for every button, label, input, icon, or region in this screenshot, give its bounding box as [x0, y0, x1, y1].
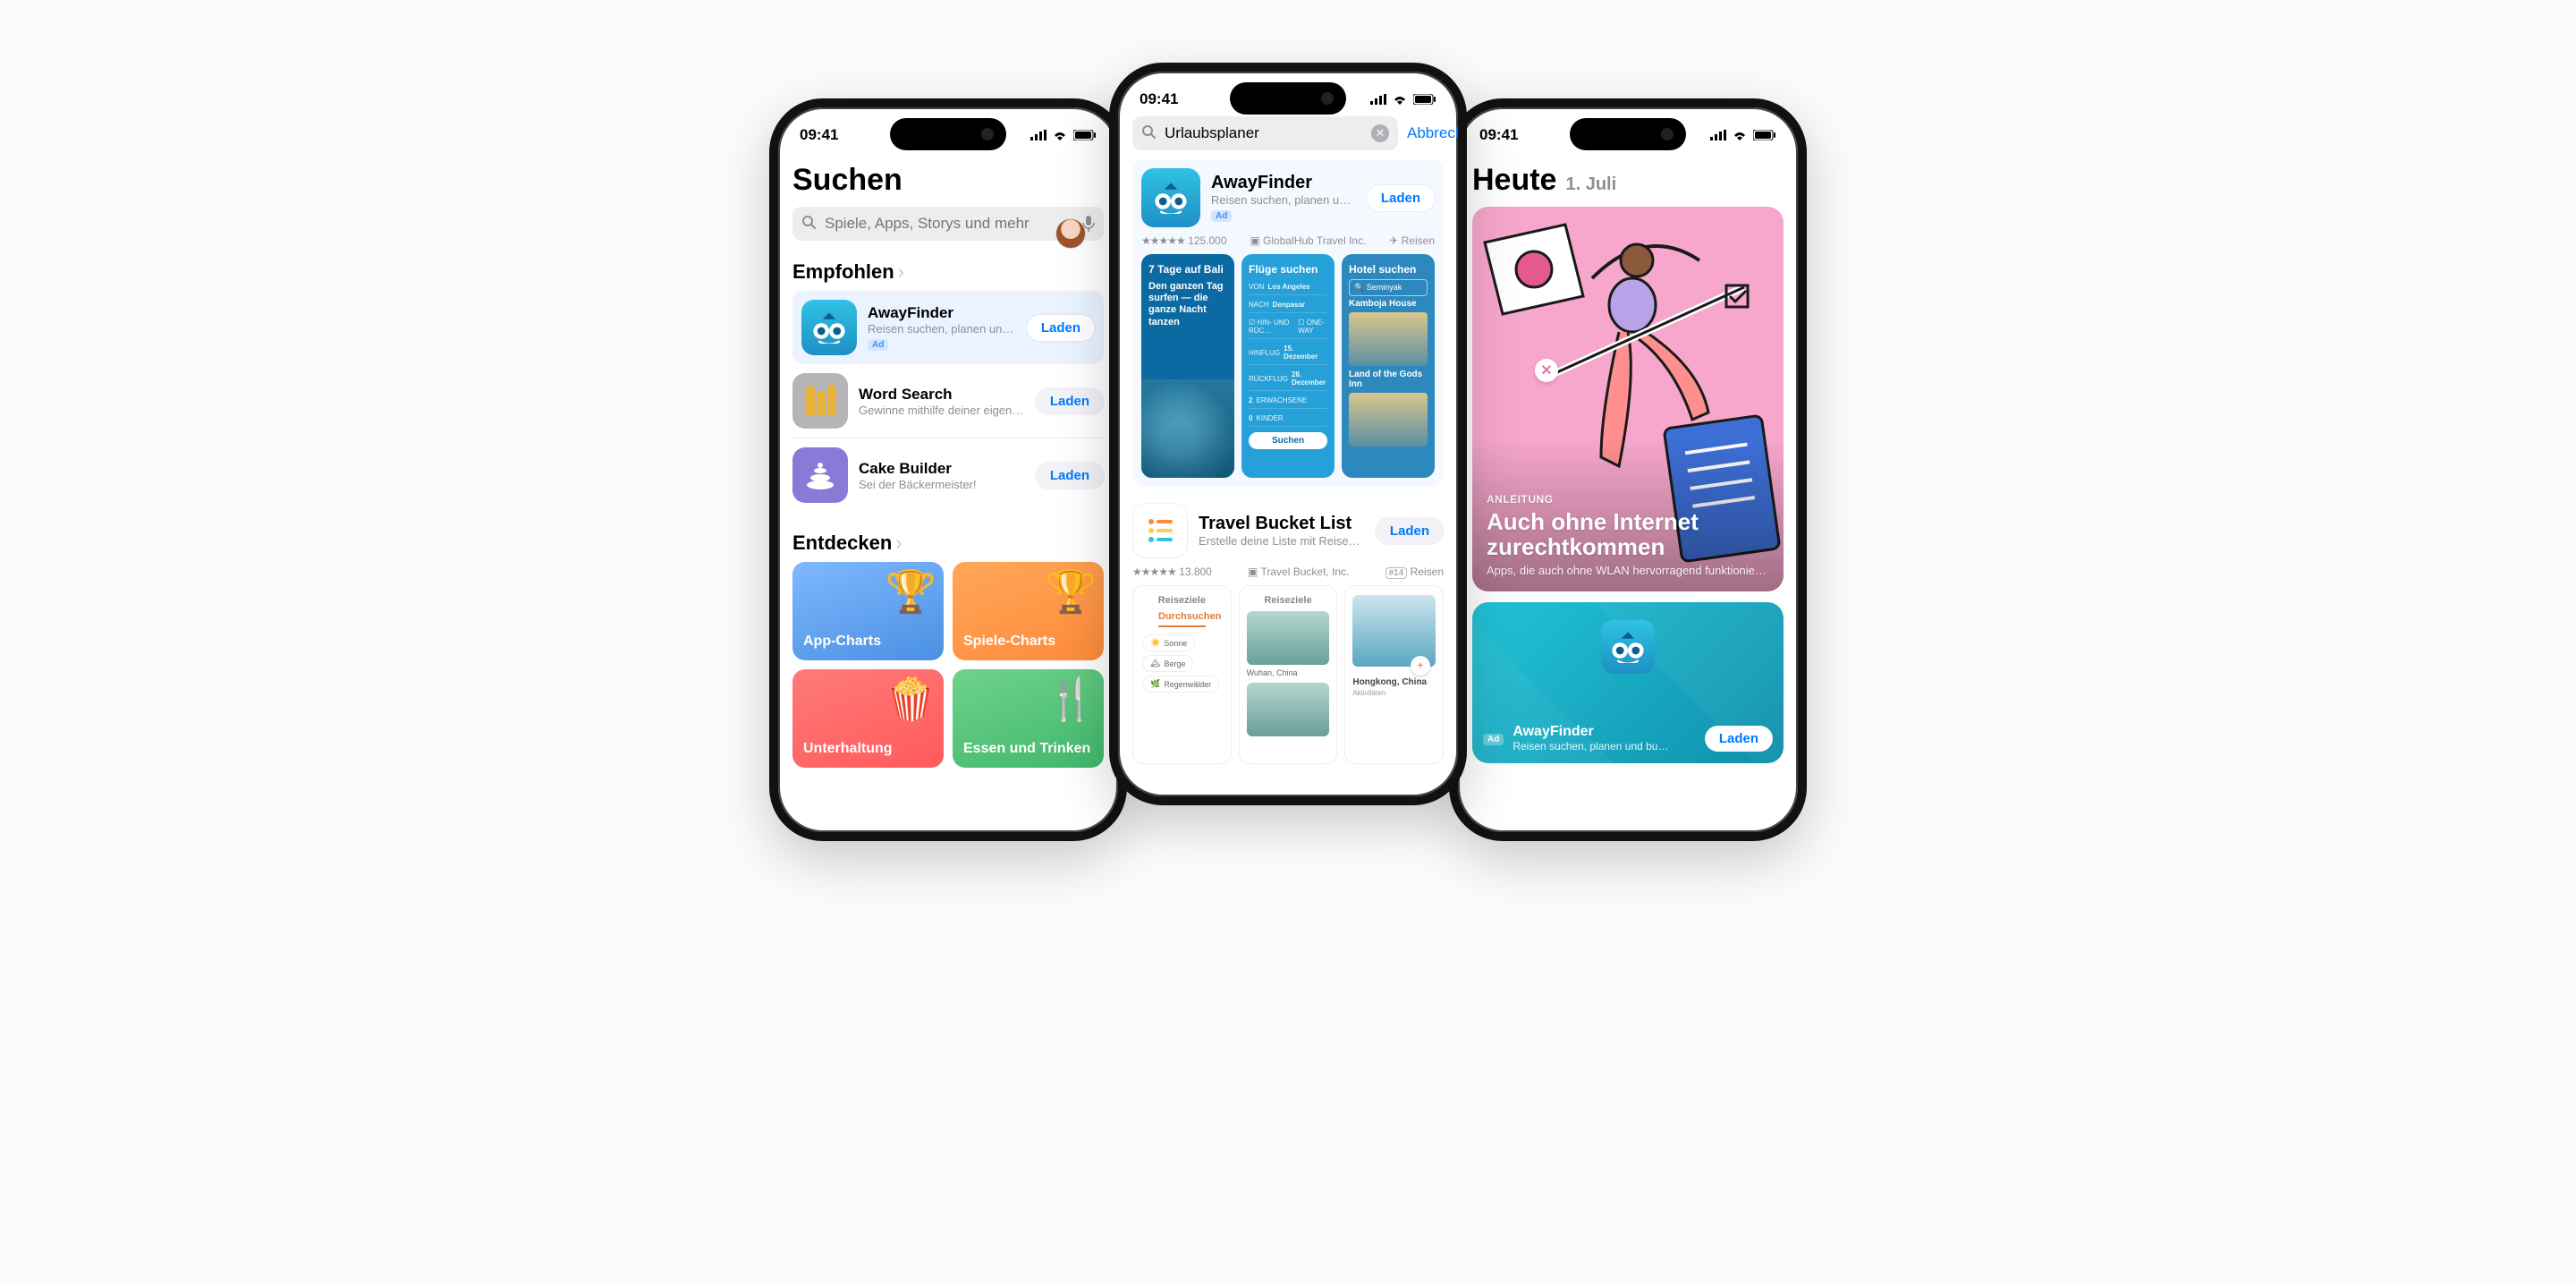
app-subtitle: Sei der Bäckermeister! [859, 478, 1025, 491]
date-label: 1. Juli [1565, 174, 1616, 195]
app-title: Travel Bucket List [1199, 514, 1365, 534]
app-subtitle: Gewinne mithilfe deiner eigene… [859, 404, 1025, 417]
profile-avatar[interactable] [1055, 218, 1086, 249]
developer-icon: ▣ [1250, 234, 1259, 247]
app-title: Word Search [859, 386, 1025, 404]
cutlery-icon: 🍴 [1046, 675, 1097, 724]
story-headline: Auch ohne Internet zurechtkommen [1487, 509, 1769, 560]
app-icon-awayfinder [1141, 168, 1200, 227]
screenshot-1: 7 Tage auf Bali Den ganzen Tag surfen — … [1141, 254, 1234, 478]
app-meta-line: ★★★★★ 13.800 ▣ Travel Bucket, Inc. #14 R… [1132, 565, 1444, 578]
app-icon-awayfinder [801, 300, 857, 355]
star-rating-icon: ★★★★★ [1132, 565, 1176, 578]
app-title: Cake Builder [859, 460, 1025, 478]
load-button[interactable]: Laden [1376, 518, 1444, 544]
screenshot-carousel[interactable]: 7 Tage auf Bali Den ganzen Tag surfen — … [1141, 254, 1435, 478]
screenshot-3: Hotel suchen 🔍 Seminyak Kamboja House La… [1342, 254, 1435, 478]
wifi-icon [1392, 94, 1408, 105]
page-title: Heute 1. Juli [1472, 163, 1784, 198]
discover-header[interactable]: Entdecken › [792, 531, 1104, 555]
cellular-icon [1710, 130, 1726, 140]
dynamic-island [1230, 82, 1346, 115]
status-icons [1030, 130, 1097, 140]
wifi-icon [1052, 130, 1068, 140]
app-row-cakebuilder[interactable]: Cake Builder Sei der Bäckermeister! Lade… [792, 438, 1104, 512]
app-subtitle: Reisen suchen, planen und bu… [1513, 740, 1695, 753]
battery-icon [1413, 94, 1436, 105]
cellular-icon [1030, 130, 1046, 140]
ad-badge: Ad [868, 339, 888, 351]
status-time: 09:41 [1479, 126, 1518, 144]
star-rating-icon: ★★★★★ [1141, 234, 1185, 247]
developer-icon: ▣ [1248, 565, 1258, 578]
ad-badge: Ad [1483, 734, 1504, 745]
battery-icon [1753, 130, 1776, 140]
load-button[interactable]: Laden [1367, 185, 1435, 211]
search-result-awayfinder[interactable]: AwayFinder Reisen suchen, planen und bu…… [1132, 159, 1444, 487]
app-icon-wordsearch [792, 373, 848, 429]
app-icon-awayfinder [1601, 620, 1655, 674]
app-row-wordsearch[interactable]: Word Search Gewinne mithilfe deiner eige… [792, 364, 1104, 438]
app-subtitle: Reisen suchen, planen und buc… [868, 322, 1016, 336]
search-result-travelbucket[interactable]: Travel Bucket List Erstelle deine Liste … [1132, 503, 1444, 764]
page-title: Suchen [792, 163, 1104, 198]
phone-search-results-screen: 09:41 ✕ Abbrechen [1109, 63, 1467, 805]
discover-card-appcharts[interactable]: 🏆App-Charts [792, 562, 944, 660]
app-meta-line: ★★★★★ 125.000 ▣ GlobalHub Travel Inc. ✈ … [1141, 234, 1435, 247]
app-icon-travelbucket [1132, 503, 1188, 558]
load-button[interactable]: Laden [1036, 463, 1104, 489]
app-title: AwayFinder [1513, 724, 1695, 740]
close-icon[interactable]: ✕ [1535, 359, 1558, 382]
today-app-strip[interactable]: Ad AwayFinder Reisen suchen, planen und … [1472, 602, 1784, 763]
load-button[interactable]: Laden [1027, 315, 1095, 341]
phone-today-screen: 09:41 Heute 1. Juli [1449, 98, 1807, 841]
search-input[interactable] [823, 214, 1075, 234]
plane-icon: ✈ [1389, 234, 1398, 247]
screenshot-2: Reiseziele Wuhan, China [1239, 585, 1338, 764]
wifi-icon [1732, 130, 1748, 140]
cancel-button[interactable]: Abbrechen [1407, 124, 1458, 142]
ad-badge: Ad [1211, 210, 1232, 222]
search-input[interactable] [1163, 123, 1364, 143]
today-story-card[interactable]: ✕ ANLEITUNG Auch ohne Internet zurechtko… [1472, 207, 1784, 591]
load-button[interactable]: Laden [1036, 388, 1104, 414]
chevron-right-icon: › [895, 531, 902, 555]
load-button[interactable]: Laden [1705, 726, 1773, 752]
app-subtitle: Erstelle deine Liste mit Reisez… [1199, 534, 1365, 548]
status-icons [1710, 130, 1776, 140]
status-icons [1370, 94, 1436, 105]
screenshot-carousel[interactable]: Reiseziele Durchsuchen ☀️ Sonne 🏔 Berge … [1132, 585, 1444, 764]
app-title: AwayFinder [868, 304, 1016, 322]
discover-card-entertainment[interactable]: 🍿Unterhaltung [792, 669, 944, 768]
chevron-right-icon: › [898, 260, 904, 284]
recommended-header[interactable]: Empfohlen › [792, 260, 1104, 284]
discover-card-gamecharts[interactable]: 🏆Spiele-Charts [953, 562, 1104, 660]
status-time: 09:41 [800, 126, 838, 144]
status-time: 09:41 [1140, 90, 1178, 108]
discover-card-food[interactable]: 🍴Essen und Trinken [953, 669, 1104, 768]
story-eyebrow: ANLEITUNG [1487, 493, 1769, 506]
app-row-awayfinder[interactable]: AwayFinder Reisen suchen, planen und buc… [792, 291, 1104, 364]
screenshot-3: + Hongkong, China Aktivitäten [1344, 585, 1444, 764]
app-icon-cakebuilder [792, 447, 848, 503]
dynamic-island [1570, 118, 1686, 150]
clear-search-icon[interactable]: ✕ [1371, 124, 1389, 142]
search-icon [1141, 124, 1156, 143]
cellular-icon [1370, 94, 1386, 105]
search-field[interactable]: ✕ [1132, 116, 1398, 150]
trophy-icon: 🏆 [1046, 567, 1097, 616]
search-icon [801, 215, 816, 234]
app-title: AwayFinder [1211, 173, 1356, 193]
phone-search-screen: 09:41 Suchen Empfohlen › [769, 98, 1127, 841]
story-description: Apps, die auch ohne WLAN hervorragend fu… [1487, 564, 1769, 577]
screenshot-2: Flüge suchen VON Los Angeles NACH Denpas… [1241, 254, 1335, 478]
dynamic-island [890, 118, 1006, 150]
popcorn-icon: 🍿 [886, 675, 936, 724]
screenshot-1: Reiseziele Durchsuchen ☀️ Sonne 🏔 Berge … [1132, 585, 1232, 764]
battery-icon [1073, 130, 1097, 140]
app-subtitle: Reisen suchen, planen und bu… [1211, 193, 1356, 207]
trophy-icon: 🏆 [886, 567, 936, 616]
